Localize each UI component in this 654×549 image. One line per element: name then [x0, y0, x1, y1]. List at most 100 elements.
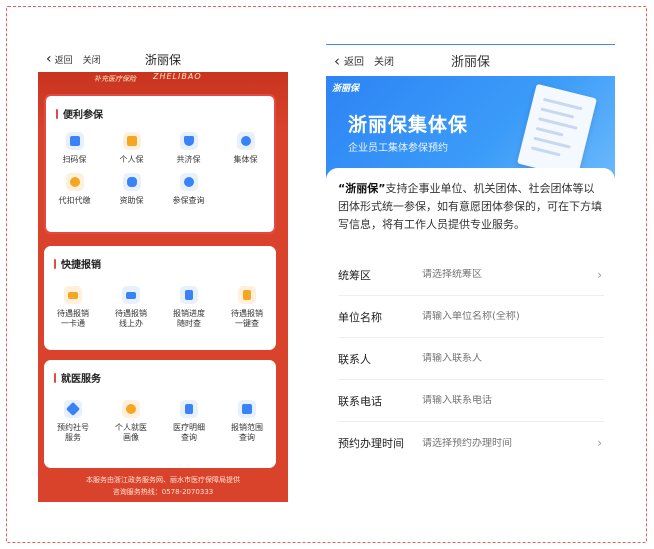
section-title: 便利参保 — [56, 106, 103, 121]
phone-input[interactable] — [422, 395, 604, 406]
service-item-scan-enroll[interactable]: 扫码保 — [46, 132, 103, 165]
service-label: 资助保 — [119, 196, 144, 205]
title-accent-bar — [54, 258, 56, 269]
brand-logo-text: ZHELIBAO — [153, 72, 202, 81]
banner-logo: 浙丽保 — [332, 84, 360, 94]
service-label: 待遇报销 — [231, 309, 263, 318]
page-title: 浙丽保 — [144, 52, 181, 67]
section-title-label: 便利参保 — [63, 110, 103, 121]
service-label: 报销范围 — [231, 423, 263, 432]
contact-name-input[interactable] — [422, 353, 604, 364]
form-row-appointment-time[interactable]: 预约办理时间 › — [338, 422, 604, 464]
service-label: 代扣代缴 — [58, 196, 91, 205]
service-item-reimburse-online[interactable]: 待遇报销 线上办 — [102, 286, 160, 329]
right-phone-screen: ‹ 返回 关闭 浙丽保 浙丽保 浙丽保集体保 企业员工集体参保预约 “浙丽保”支… — [326, 44, 615, 496]
banner-subline: 企业员工集体参保预约 — [348, 143, 448, 154]
service-label: 个人保 — [119, 155, 144, 164]
handshake-icon — [122, 173, 141, 191]
appointment-time-select[interactable] — [422, 437, 598, 449]
coin-icon — [65, 173, 84, 191]
service-label: 共济保 — [176, 155, 201, 164]
service-item-reimburse-progress[interactable]: 报销进度 随时查 — [160, 286, 218, 329]
service-label: 报销进度 — [173, 309, 205, 318]
field-label: 单位名称 — [338, 310, 382, 324]
field-label: 预约办理时间 — [338, 437, 404, 450]
service-item-enroll-query[interactable]: 参保查询 — [160, 173, 217, 206]
service-item-group-enroll[interactable]: 集体保 — [217, 132, 274, 165]
service-item-reimburse-scope[interactable]: 报销范围 查询 — [218, 400, 276, 443]
section-card-quick-reimburse: 快捷报销 待遇报销 一卡通 待遇报销 线上办 报销进度 随时查 待遇报销 一键查 — [44, 246, 276, 350]
service-grid: 待遇报销 一卡通 待遇报销 线上办 报销进度 随时查 待遇报销 一键查 — [44, 286, 276, 329]
form-row-company[interactable]: 单位名称 — [338, 296, 604, 338]
chevron-left-icon: ‹ — [334, 51, 340, 70]
service-grid: 扫码保 个人保 共济保 集体保 代扣代缴 资助保 参保查询 — [46, 132, 274, 206]
monitor-icon — [122, 286, 140, 304]
form-sheet: “浙丽保”支持企事业单位、机关团体、社会团体等以团体形式统一参保，如有意愿团体参… — [326, 168, 615, 496]
group-icon — [236, 132, 255, 150]
service-label: 医疗明细 — [173, 423, 205, 432]
service-item-mutual-enroll[interactable]: 共济保 — [160, 132, 217, 165]
service-label: 待遇报销 — [115, 309, 147, 318]
section-card-convenient-enroll: 便利参保 扫码保 个人保 共济保 集体保 代扣代缴 资助保 参保查询 — [44, 94, 276, 234]
service-item-reimburse-card[interactable]: 待遇报销 一卡通 — [44, 286, 102, 329]
service-item-reimburse-lookup[interactable]: 待遇报销 一键查 — [218, 286, 276, 329]
form-row-contact[interactable]: 联系人 — [338, 338, 604, 380]
service-label-line2: 查询 — [181, 433, 197, 442]
left-nav-bar: ‹ 返回 关闭 浙丽保 — [38, 46, 288, 72]
service-label: 待遇报销 — [57, 309, 89, 318]
wallet-icon — [122, 132, 141, 150]
service-item-subsidized-enroll[interactable]: 资助保 — [103, 173, 160, 206]
service-item-personal-enroll[interactable]: 个人保 — [103, 132, 160, 165]
left-phone-screen: ‹ 返回 关闭 浙丽保 补充医疗保险 ZHELIBAO 便利参保 扫码保 个人保… — [38, 46, 288, 502]
chevron-right-icon: › — [597, 436, 602, 450]
region-select[interactable] — [422, 269, 598, 280]
service-label-line2: 画像 — [123, 433, 139, 442]
section-title: 就医服务 — [54, 370, 101, 385]
section-title-label: 就医服务 — [61, 374, 101, 385]
service-label: 扫码保 — [62, 155, 87, 164]
shield-icon — [179, 132, 198, 150]
receipt-icon — [238, 286, 256, 304]
service-item-appointment[interactable]: 预约社号 服务 — [44, 400, 102, 443]
service-label-line2: 查询 — [239, 433, 255, 442]
intro-brand: “浙丽保” — [338, 182, 386, 195]
search-icon — [179, 173, 198, 191]
page-title: 浙丽保 — [450, 55, 490, 70]
close-button[interactable]: 关闭 — [83, 53, 101, 66]
service-item-personal-profile[interactable]: 个人就医 画像 — [102, 400, 160, 443]
right-nav-bar: ‹ 返回 关闭 浙丽保 — [326, 44, 615, 76]
service-label-line2: 一卡通 — [61, 319, 85, 328]
qr-code-icon — [65, 132, 84, 150]
back-label: 返回 — [344, 57, 364, 68]
service-label: 集体保 — [233, 155, 258, 164]
card-icon — [64, 286, 82, 304]
field-label: 联系人 — [338, 352, 371, 366]
title-accent-bar — [56, 108, 58, 119]
section-title: 快捷报销 — [54, 256, 101, 271]
back-button[interactable]: ‹ 返回 — [334, 52, 364, 70]
service-label-line2: 一键查 — [235, 319, 259, 328]
hero-banner: 浙丽保 浙丽保集体保 企业员工集体参保预约 — [326, 76, 615, 180]
close-button[interactable]: 关闭 — [374, 53, 394, 68]
section-title-label: 快捷报销 — [61, 260, 101, 271]
field-label: 联系电话 — [338, 394, 382, 408]
form-row-phone[interactable]: 联系电话 — [338, 380, 604, 422]
service-label: 参保查询 — [172, 196, 205, 205]
service-label-line2: 线上办 — [119, 319, 143, 328]
medical-cross-icon — [64, 400, 82, 418]
service-item-withholding[interactable]: 代扣代缴 — [46, 173, 103, 206]
chevron-left-icon: ‹ — [46, 51, 52, 67]
chevron-right-icon: › — [597, 267, 602, 282]
service-item-medical-details[interactable]: 医疗明细 查询 — [160, 400, 218, 443]
banner-headline: 浙丽保集体保 — [348, 114, 469, 136]
list-icon — [180, 400, 198, 418]
document-illustration — [517, 83, 597, 179]
scope-icon — [238, 400, 256, 418]
service-label-line2: 服务 — [65, 433, 81, 442]
person-icon — [122, 400, 140, 418]
back-button[interactable]: ‹ 返回 — [46, 52, 73, 66]
company-name-input[interactable] — [422, 311, 604, 322]
document-icon — [180, 286, 198, 304]
form-row-region[interactable]: 统筹区 › — [338, 254, 604, 296]
field-label: 统筹区 — [338, 268, 371, 282]
